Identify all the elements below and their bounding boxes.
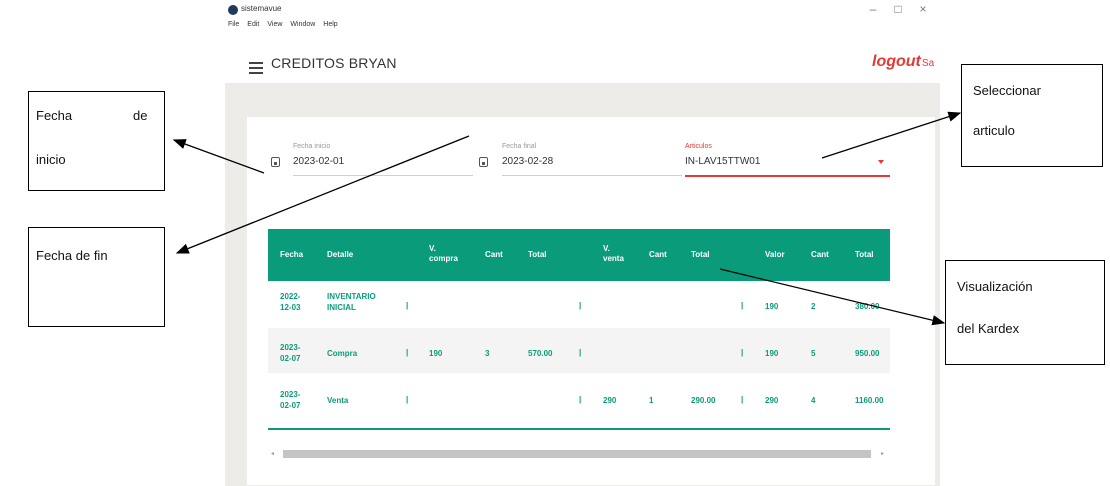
arrow-to-fecha-fin: [175, 135, 470, 254]
annotation-arrows: [172, 111, 962, 326]
arrow-to-fecha-inicio: [172, 139, 265, 174]
arrow-to-visualizacion: [719, 268, 946, 326]
arrow-to-seleccionar: [821, 111, 962, 159]
